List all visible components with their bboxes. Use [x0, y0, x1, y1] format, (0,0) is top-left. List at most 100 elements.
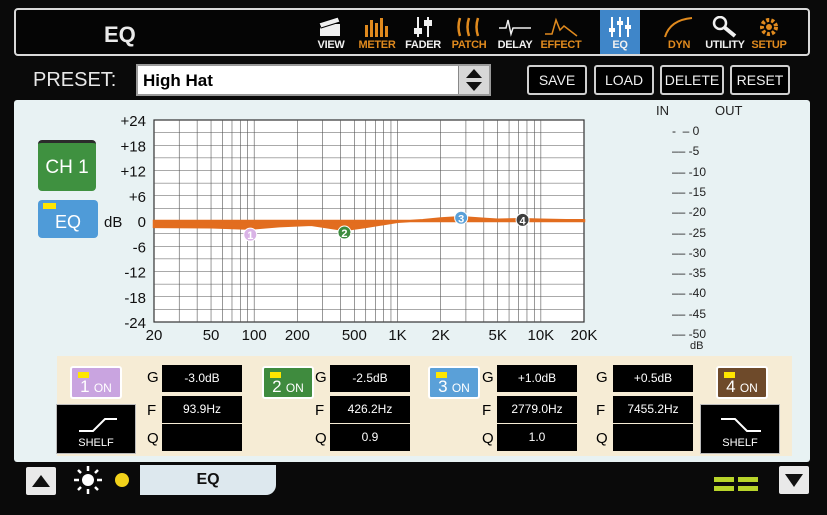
eq-on-label: EQ [54, 212, 81, 232]
band-2-gain[interactable]: -2.5dB [330, 365, 410, 392]
tab-eq[interactable]: EQ [140, 465, 276, 495]
band-3-on-button[interactable]: 3 ON [428, 366, 480, 399]
meter-scale-mark: –– -5 [672, 144, 700, 159]
band-3-f-label: F [482, 402, 492, 419]
effect-icon [545, 17, 578, 37]
band-3-g-label: G [482, 369, 494, 386]
eq-led-icon [43, 203, 56, 209]
patch-icon [457, 17, 480, 37]
nav-utility[interactable]: UTILITY [702, 10, 748, 54]
nav-effect-label: EFFECT [540, 39, 582, 51]
channel-badge[interactable]: CH 1 [38, 140, 96, 191]
arrow-up-icon [32, 475, 50, 487]
nav-delay[interactable]: DELAY [492, 10, 538, 54]
layer-indicator-icon [714, 477, 758, 491]
band-4-g-label: G [596, 369, 608, 386]
meter-scale-mark: –– -35 [672, 266, 707, 281]
brightness-icon[interactable] [73, 465, 103, 495]
band-1-g-label: G [147, 369, 159, 386]
nav-setup-label: SETUP [751, 39, 787, 51]
nav-meter-label: METER [358, 39, 396, 51]
band-4-q[interactable] [613, 424, 693, 451]
band-2-f-label: F [315, 402, 325, 419]
nav-eq[interactable]: EQ [600, 10, 640, 54]
nav-setup[interactable]: SETUP [746, 10, 792, 54]
utility-icon [712, 16, 737, 38]
eq-on-button[interactable]: EQ [38, 200, 98, 238]
delete-button[interactable]: DELETE [660, 65, 724, 95]
nav-view[interactable]: VIEW [308, 10, 354, 54]
band-4-on-button[interactable]: 4 ON [716, 366, 768, 399]
band-1-on-label: ON [93, 381, 112, 395]
nav-fader[interactable]: FADER [400, 10, 446, 54]
band-3-number: 3 [438, 377, 448, 396]
band-1-shelf-label: SHELF [78, 437, 114, 449]
meter-unit: dB [690, 340, 704, 352]
nav-eq-label: EQ [612, 39, 628, 51]
band-4-shelf-label: SHELF [722, 437, 758, 449]
nav-dyn-label: DYN [667, 39, 691, 51]
low-shelf-icon [79, 418, 117, 432]
up-down-arrow-icon [466, 69, 482, 91]
band-2-on-label: ON [285, 381, 304, 395]
meter-scale-mark: –– -30 [672, 245, 707, 260]
page-up-button[interactable] [26, 467, 56, 495]
band-2-freq[interactable]: 426.2Hz [330, 396, 410, 423]
band-3-gain[interactable]: +1.0dB [497, 365, 577, 392]
band-4-number: 4 [726, 377, 736, 396]
nav-view-label: VIEW [317, 39, 345, 51]
save-button[interactable]: SAVE [527, 65, 587, 95]
band-2-on-button[interactable]: 2 ON [262, 366, 314, 399]
band-3-q-label: Q [482, 430, 494, 447]
screen-title: EQ [104, 22, 136, 47]
band-2-g-label: G [315, 369, 327, 386]
meter-scale-mark: –– -45 [672, 306, 707, 321]
nav-delay-label: DELAY [497, 39, 533, 51]
meter-scale-mark: –– -10 [672, 164, 707, 179]
fader-icon [414, 17, 432, 37]
band-1-gain[interactable]: -3.0dB [162, 365, 242, 392]
preset-select[interactable]: High Hat [136, 64, 491, 96]
load-button[interactable]: LOAD [594, 65, 654, 95]
band-4-on-label: ON [739, 381, 758, 395]
band-1-led-icon [78, 372, 89, 378]
preset-spinner[interactable] [458, 66, 489, 94]
status-led-icon [115, 473, 129, 487]
arrow-down-icon [785, 474, 803, 487]
meter-scale-mark: –– -20 [672, 205, 707, 220]
meter-icon [365, 18, 388, 37]
meter-scale-mark: –– -25 [672, 225, 707, 240]
band-4-gain[interactable]: +0.5dB [613, 365, 693, 392]
band-2-led-icon [270, 372, 281, 378]
nav-dyn[interactable]: DYN [656, 10, 702, 54]
band-2-q-label: Q [315, 430, 327, 447]
band-3-freq[interactable]: 2779.0Hz [497, 396, 577, 423]
band-1-on-button[interactable]: 1 ON [70, 366, 122, 399]
reset-button[interactable]: RESET [730, 65, 790, 95]
band-1-q-label: Q [147, 430, 159, 447]
band-4-shelf-button[interactable]: SHELF [700, 404, 780, 454]
band-1-number: 1 [80, 377, 90, 396]
nav-patch[interactable]: PATCH [446, 10, 492, 54]
band-2-number: 2 [272, 377, 282, 396]
nav-effect[interactable]: EFFECT [538, 10, 584, 54]
band-1-freq[interactable]: 93.9Hz [162, 396, 242, 423]
band-1-q[interactable] [162, 424, 242, 451]
meter-in-label: IN [656, 103, 669, 118]
meter-scale-mark: –– -50 [672, 327, 707, 341]
band-1-shelf-button[interactable]: SHELF [56, 404, 136, 454]
nav-meter[interactable]: METER [354, 10, 400, 54]
nav-utility-label: UTILITY [705, 39, 745, 51]
setup-icon [760, 18, 778, 36]
band-3-led-icon [436, 372, 447, 378]
band-3-q[interactable]: 1.0 [497, 424, 577, 451]
preset-value: High Hat [143, 71, 213, 90]
band-1-f-label: F [147, 402, 157, 419]
delay-icon [499, 19, 531, 37]
band-2-q[interactable]: 0.9 [330, 424, 410, 451]
nav-patch-label: PATCH [451, 39, 487, 51]
page-down-button[interactable] [779, 466, 809, 494]
band-4-freq[interactable]: 7455.2Hz [613, 396, 693, 423]
top-nav-bar: EQ VIEW METER FADER PATCH DELAY EFFECT E… [14, 8, 810, 56]
meter-scale-mark: –– -40 [672, 286, 707, 301]
